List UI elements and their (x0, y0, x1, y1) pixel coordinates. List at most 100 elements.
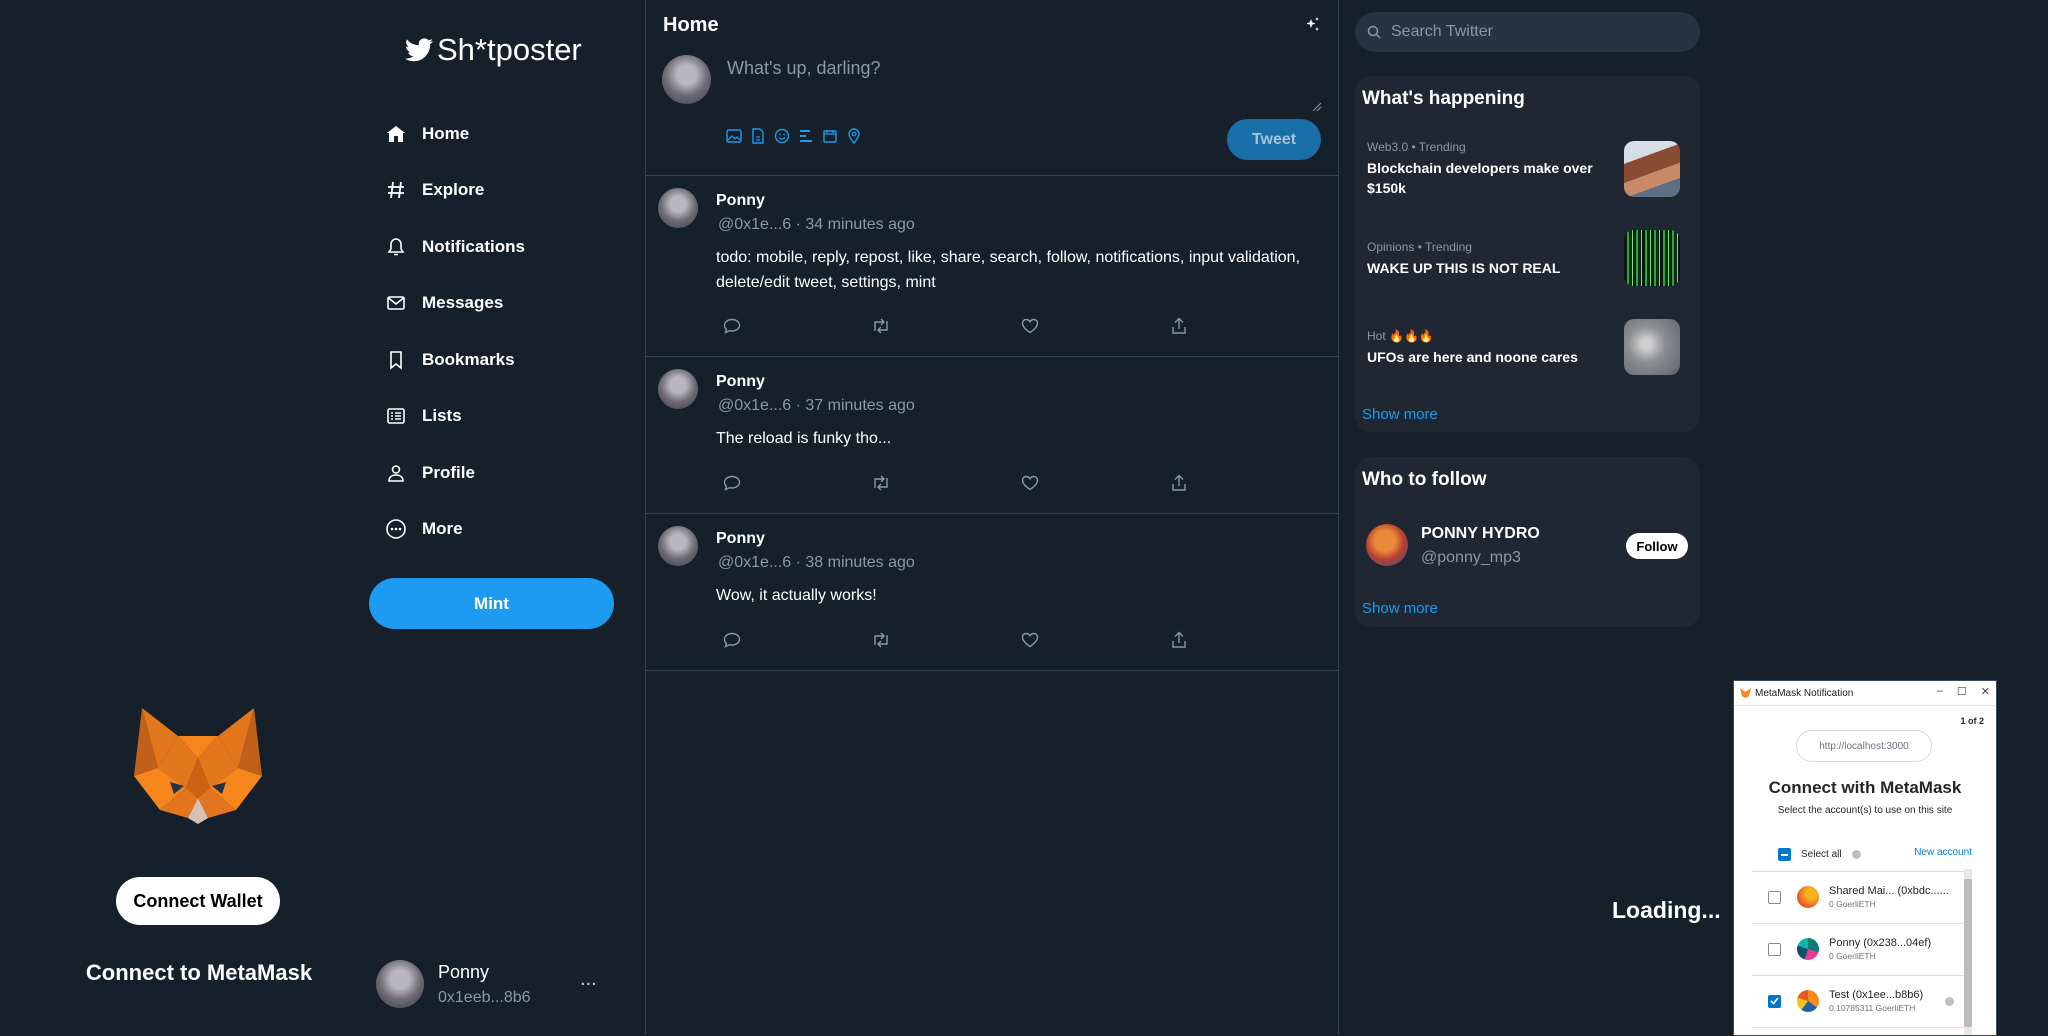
share-icon[interactable] (1169, 473, 1189, 493)
scrollbar-thumb[interactable] (1964, 879, 1972, 1027)
sidebar-item-messages[interactable]: Messages (384, 283, 503, 323)
account-identicon (1797, 990, 1819, 1012)
sidebar-item-profile[interactable]: Profile (384, 453, 475, 493)
home-icon (384, 122, 408, 146)
envelope-icon (384, 291, 408, 315)
trend-item[interactable]: Web3.0 • Trending Blockchain developers … (1367, 140, 1612, 198)
divider (646, 175, 1338, 176)
trend-item[interactable]: Hot 🔥🔥🔥 UFOs are here and noone cares (1367, 329, 1612, 367)
reply-icon[interactable] (722, 630, 742, 650)
loading-text: Loading... (1612, 897, 1721, 923)
sidebar-item-lists[interactable]: Lists (384, 396, 462, 436)
info-icon[interactable] (1945, 996, 1954, 1006)
account-name: Ponny (0x238...04ef) (1829, 937, 1932, 949)
new-account-link[interactable]: New account (1914, 847, 1972, 858)
emoji-icon[interactable] (774, 128, 790, 144)
sparkle-icon[interactable] (1304, 16, 1322, 34)
tweet-avatar[interactable] (658, 369, 698, 409)
account-checkbox[interactable] (1768, 942, 1781, 956)
account-balance: 0.10785311 GoerliETH (1829, 1003, 1916, 1013)
sidebar-item-label: Messages (422, 293, 504, 312)
compose-input[interactable]: What's up, darling? (727, 58, 881, 79)
tweet-avatar[interactable] (658, 526, 698, 566)
bell-icon (384, 235, 408, 259)
page-count: 1 of 2 (1960, 716, 1984, 726)
divider (646, 513, 1338, 514)
compose-toolbar (726, 128, 862, 144)
like-icon[interactable] (1020, 316, 1040, 336)
select-all-label: Select all (1801, 849, 1842, 860)
trend-category: Hot 🔥🔥🔥 (1367, 329, 1434, 343)
follow-button[interactable]: Follow (1626, 533, 1688, 559)
person-icon (384, 461, 408, 485)
minimize-button[interactable]: – (1937, 685, 1943, 698)
account-row[interactable]: Test (0x1ee...b8b6) 0.10785311 GoerliETH (1752, 975, 1964, 1026)
account-checkbox[interactable] (1768, 994, 1781, 1008)
show-more-link[interactable]: Show more (1362, 406, 1438, 423)
select-all-row[interactable]: Select all (1778, 848, 1861, 861)
reply-icon[interactable] (722, 316, 742, 336)
bookmark-icon (384, 348, 408, 372)
connect-wallet-button[interactable]: Connect Wallet (116, 877, 280, 925)
tweet-author-name[interactable]: Ponny (716, 373, 765, 391)
app-logo[interactable]: Sh*tposter (405, 32, 582, 68)
whats-happening-title: What's happening (1362, 88, 1525, 109)
search-placeholder: Search Twitter (1391, 23, 1493, 40)
maximize-button[interactable]: ☐ (1957, 685, 1967, 698)
account-row[interactable]: Ponny (0x238...04ef) 0 GoerliETH (1752, 923, 1964, 974)
more-circle-icon (384, 517, 408, 541)
feed-left-border (645, 0, 646, 1034)
sidebar-item-label: Bookmarks (422, 350, 515, 369)
share-icon[interactable] (1169, 316, 1189, 336)
sidebar-item-more[interactable]: More (384, 509, 463, 549)
select-all-checkbox[interactable] (1778, 848, 1791, 861)
tweet-meta: @0x1e...6 · 37 minutes ago (718, 397, 915, 414)
like-icon[interactable] (1020, 473, 1040, 493)
avatar[interactable] (1366, 524, 1408, 566)
window-titlebar[interactable]: MetaMask Notification – ☐ ✕ (1734, 681, 1996, 706)
repost-icon[interactable] (871, 316, 891, 336)
repost-icon[interactable] (871, 473, 891, 493)
like-icon[interactable] (1020, 630, 1040, 650)
connect-metamask-heading: Connect to MetaMask (85, 960, 313, 985)
tweet-author-name[interactable]: Ponny (716, 530, 765, 548)
list-icon (384, 404, 408, 428)
suggested-user-name[interactable]: PONNY HYDRO (1421, 525, 1540, 543)
scrollbar-track[interactable] (1964, 869, 1972, 1035)
close-button[interactable]: ✕ (1981, 685, 1990, 698)
resize-handle-icon[interactable] (1312, 102, 1322, 112)
trend-category: Web3.0 • Trending (1367, 140, 1466, 154)
location-icon[interactable] (846, 128, 862, 144)
account-more-button[interactable]: ... (580, 968, 597, 991)
repost-icon[interactable] (871, 630, 891, 650)
window-title: MetaMask Notification (1755, 687, 1854, 699)
poll-icon[interactable] (798, 128, 814, 144)
tweet-button[interactable]: Tweet (1227, 119, 1321, 160)
sidebar-item-notifications[interactable]: Notifications (384, 227, 525, 267)
page-title: Home (663, 14, 719, 36)
image-icon[interactable] (726, 128, 742, 144)
sidebar-item-bookmarks[interactable]: Bookmarks (384, 340, 515, 380)
account-row[interactable]: Shared Mai... (0xbdc...... 0 GoerliETH (1752, 871, 1964, 922)
tweet-text: The reload is funky tho... (716, 430, 892, 447)
account-checkbox[interactable] (1768, 890, 1781, 904)
trend-item[interactable]: Opinions • Trending WAKE UP THIS IS NOT … (1367, 240, 1612, 278)
account-identicon (1797, 886, 1819, 908)
info-icon[interactable] (1851, 850, 1861, 859)
show-more-link[interactable]: Show more (1362, 600, 1438, 617)
trend-category: Opinions • Trending (1367, 240, 1472, 254)
reply-icon[interactable] (722, 473, 742, 493)
account-name: Shared Mai... (0xbdc...... (1829, 885, 1949, 897)
tweet-author-name[interactable]: Ponny (716, 192, 765, 210)
share-icon[interactable] (1169, 630, 1189, 650)
hashtag-icon (384, 178, 408, 202)
mint-button[interactable]: Mint (369, 578, 614, 629)
metamask-fox-logo (130, 698, 266, 828)
connect-heading: Connect with MetaMask (1768, 778, 1962, 797)
search-input[interactable]: Search Twitter (1355, 12, 1700, 52)
gif-icon[interactable] (750, 128, 766, 144)
sidebar-item-home[interactable]: Home (384, 114, 469, 154)
schedule-icon[interactable] (822, 128, 838, 144)
tweet-avatar[interactable] (658, 188, 698, 228)
sidebar-item-explore[interactable]: Explore (384, 170, 484, 210)
